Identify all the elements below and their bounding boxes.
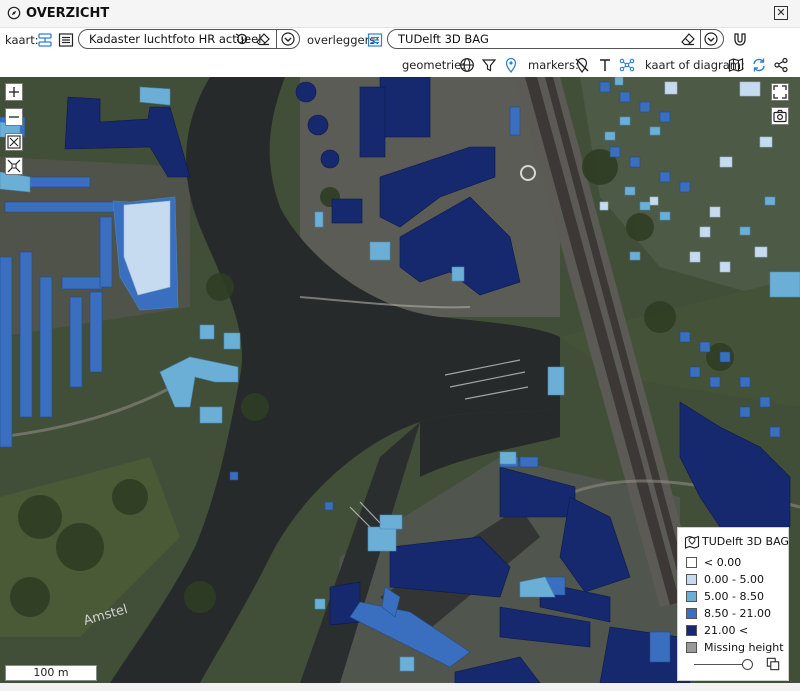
map-legend: TUDelft 3D BAG < 0.00 0.00 - 5.00 5.00 -… bbox=[677, 527, 789, 681]
marker-off-icon[interactable] bbox=[574, 57, 590, 73]
fullscreen-button[interactable] bbox=[771, 83, 789, 101]
filter-icon[interactable] bbox=[481, 57, 497, 73]
geometry-label: geometrie: bbox=[402, 58, 466, 72]
legend-label: Missing height bbox=[704, 641, 784, 654]
globe-icon[interactable] bbox=[459, 57, 475, 73]
legend-label: 5.00 - 8.50 bbox=[704, 590, 764, 603]
legend-swatch bbox=[686, 591, 697, 602]
compass-icon bbox=[7, 6, 21, 20]
refresh-icon[interactable] bbox=[751, 57, 767, 73]
base-layer-select[interactable]: Kadaster luchtfoto HR actueel bbox=[78, 29, 300, 49]
overlay-list-icon[interactable] bbox=[367, 32, 383, 48]
legend-swatch bbox=[686, 557, 697, 568]
zoom-in-button[interactable] bbox=[5, 83, 23, 101]
list-icon[interactable] bbox=[58, 32, 74, 48]
legend-swatch bbox=[686, 574, 697, 585]
select-separator bbox=[276, 30, 277, 48]
overlay-eraser-icon[interactable] bbox=[680, 31, 696, 47]
legend-title: TUDelft 3D BAG bbox=[702, 535, 789, 548]
camera-button[interactable] bbox=[771, 107, 789, 125]
legend-label: 0.00 - 5.00 bbox=[704, 573, 764, 586]
tools-toolbar: geometrie: markers: kaart of diagram: bbox=[0, 53, 800, 77]
opacity-slider-handle[interactable] bbox=[742, 659, 753, 670]
panel-header: OVERZICHT ✕ bbox=[0, 0, 800, 28]
legend-label: 21.00 < bbox=[704, 624, 749, 637]
overlay-select-separator bbox=[700, 30, 701, 48]
legend-swatch bbox=[686, 642, 697, 653]
chevron-down-icon[interactable] bbox=[280, 31, 296, 47]
legend-swatch bbox=[686, 625, 697, 636]
overlay-chevron-down-icon[interactable] bbox=[703, 31, 719, 47]
kaart-label: kaart: bbox=[5, 33, 39, 47]
copy-icon[interactable] bbox=[766, 657, 780, 671]
text-icon[interactable] bbox=[597, 57, 613, 73]
panel-title: OVERZICHT bbox=[26, 6, 110, 21]
zoom-extent-button[interactable] bbox=[5, 133, 23, 151]
scale-bar: 100 m bbox=[5, 665, 97, 681]
layers-stack-icon[interactable] bbox=[37, 32, 53, 48]
history-icon[interactable] bbox=[234, 31, 250, 47]
legend-swatch bbox=[686, 608, 697, 619]
zoom-selection-button[interactable] bbox=[5, 157, 23, 175]
map-icon[interactable] bbox=[728, 57, 744, 73]
legend-label: < 0.00 bbox=[704, 556, 742, 569]
magnet-icon[interactable] bbox=[732, 32, 748, 48]
map-canvas[interactable]: Amstel 100 m TUDelft 3D BAG < 0.00 0.00 … bbox=[0, 77, 800, 683]
zoom-out-button[interactable] bbox=[5, 108, 23, 126]
overlay-layer-select[interactable]: TUDelft 3D BAG bbox=[387, 29, 724, 49]
network-icon[interactable] bbox=[619, 57, 635, 73]
panel-footer bbox=[0, 683, 800, 691]
eraser-icon[interactable] bbox=[255, 31, 271, 47]
share-icon[interactable] bbox=[773, 57, 789, 73]
overlay-layer-value: TUDelft 3D BAG bbox=[398, 32, 489, 46]
map-layer-icon bbox=[684, 534, 700, 550]
legend-label: 8.50 - 21.00 bbox=[704, 607, 771, 620]
map-pin-icon[interactable] bbox=[503, 57, 519, 73]
close-button[interactable]: ✕ bbox=[774, 6, 788, 20]
markers-label: markers: bbox=[528, 58, 579, 72]
layer-toolbar: kaart: Kadaster luchtfoto HR actueel ove… bbox=[0, 27, 800, 53]
